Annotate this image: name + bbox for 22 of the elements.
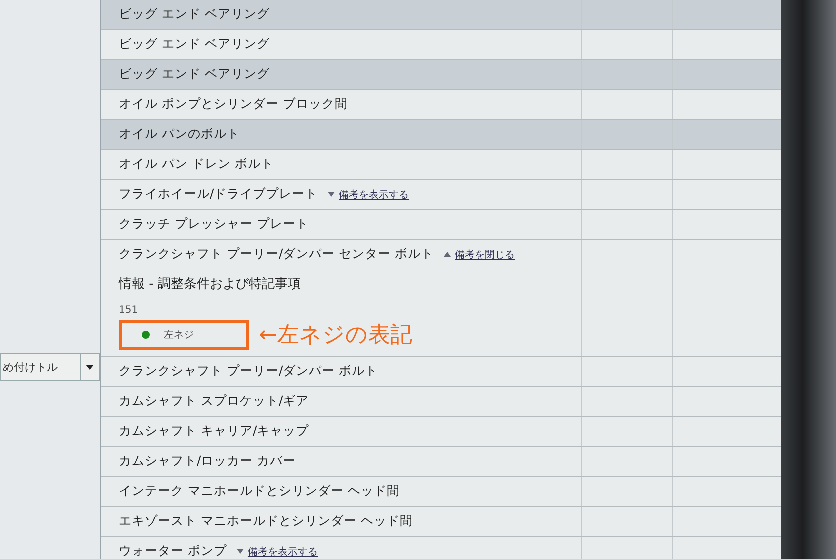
- component-name: エキゾースト マニホールドとシリンダー ヘッド間: [119, 513, 413, 530]
- info-heading: 情報 - 調整条件および特記事項: [119, 276, 302, 294]
- component-name: ビッグ エンド ベアリング: [119, 6, 270, 23]
- component-name: オイル ポンプとシリンダー ブロック間: [119, 96, 348, 113]
- component-name: クランクシャフト プーリー/ダンパー センター ボルト: [119, 246, 434, 263]
- component-name: クラッチ プレッシャー プレート: [119, 216, 309, 233]
- component-name: インテーク マニホールドとシリンダー ヘッド間: [119, 483, 400, 500]
- component-name: カムシャフト スプロケット/ギア: [119, 393, 310, 410]
- component-name: クランクシャフト プーリー/ダンパー ボルト: [119, 363, 378, 380]
- component-name: カムシャフト/ロッカー カバー: [119, 453, 296, 470]
- thread-label: 左ネジ: [164, 329, 194, 342]
- component-name: オイル パンのボルト: [119, 126, 240, 143]
- component-name: ウォーター ポンプ: [119, 543, 227, 559]
- caret-icon: [86, 364, 94, 370]
- component-name: ビッグ エンド ベアリング: [119, 66, 270, 83]
- component-name: ビッグ エンド ベアリング: [119, 36, 270, 53]
- annotation-text: ←左ネジの表記: [259, 322, 412, 350]
- filter-dropdown[interactable]: め付けトル: [0, 353, 100, 381]
- info-number: 151: [119, 305, 140, 316]
- component-name: カムシャフト キャリア/キャップ: [119, 423, 310, 440]
- component-name: フライホイール/ドライブプレート: [119, 186, 318, 203]
- component-name: オイル パン ドレン ボルト: [119, 156, 274, 173]
